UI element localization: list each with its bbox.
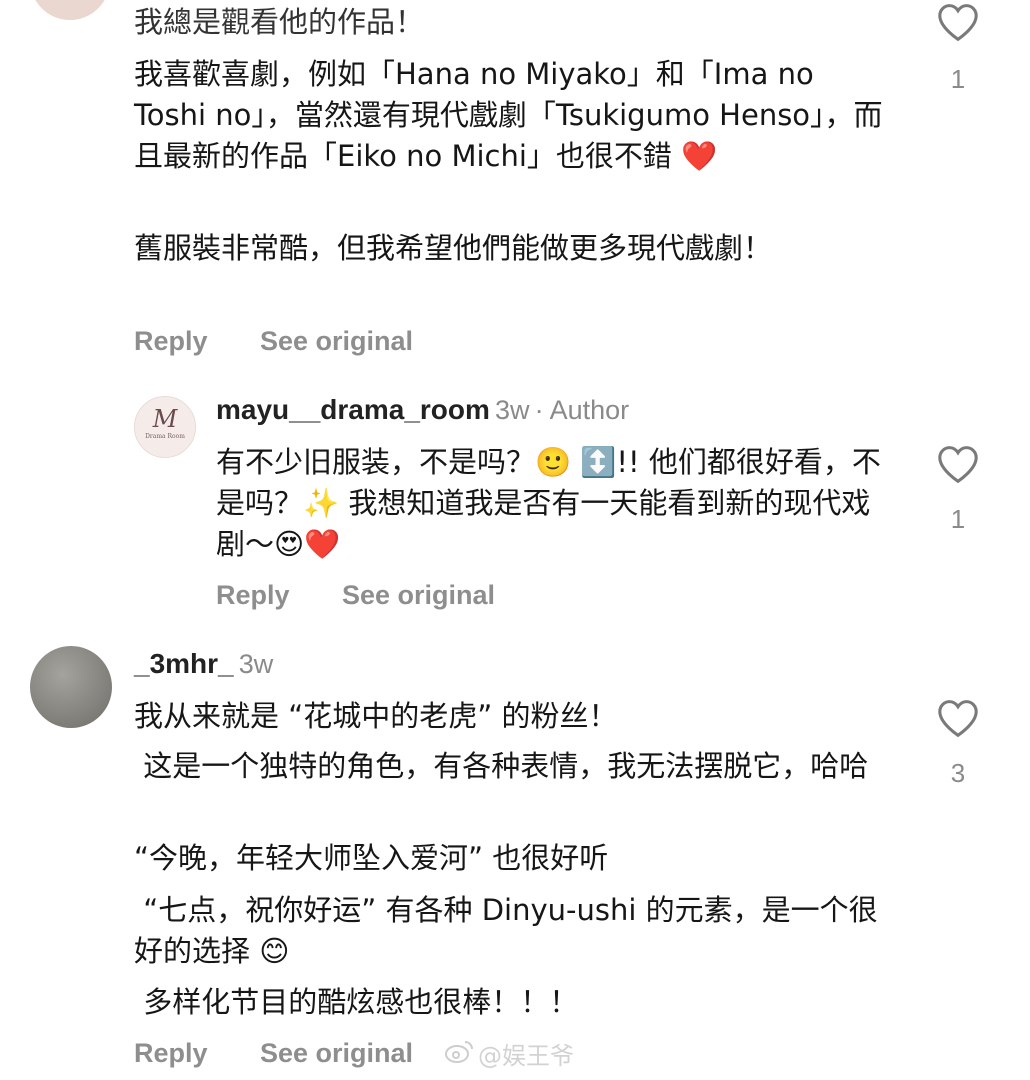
see-original-button[interactable]: See original [260, 1038, 413, 1069]
avatar-logo-subtext: Drama Room [145, 433, 185, 440]
comment-line: “今晚，年轻大师坠入爱河” 也很好听 [134, 841, 609, 875]
watermark: @娱王爷 [444, 1036, 574, 1071]
like-count: 1 [950, 504, 966, 534]
reply-button[interactable]: Reply [216, 580, 290, 611]
comment-line: “七点，祝你好运” 有各种 Dinyu-ushi 的元素，是一个很好的选择 😊 [134, 893, 878, 968]
timestamp: 3w [495, 395, 530, 425]
comment-line: 多样化节目的酷炫感也很棒！！！ [134, 985, 579, 1019]
like-count: 1 [950, 64, 966, 94]
avatar[interactable]: M Drama Room [134, 396, 196, 458]
comment-header: _3mhr_ 3w [134, 648, 273, 680]
comment-text: 我喜歡喜劇，例如「Hana no Miyako」和「Ima no Toshi n… [134, 57, 883, 173]
like-heart-icon[interactable] [936, 698, 980, 738]
reply-button[interactable]: Reply [134, 326, 208, 357]
reply-text: 有不少旧服装，不是吗？🙂 ↕️!! 他们都很好看，不是吗？✨ 我想知道我是否有一… [216, 445, 881, 561]
like-count: 3 [950, 758, 966, 788]
comment-header: mayu__drama_room 3w · Author [216, 394, 629, 426]
avatar[interactable] [30, 646, 112, 728]
like-heart-icon[interactable] [936, 2, 980, 42]
see-original-button[interactable]: See original [260, 326, 413, 357]
timestamp: 3w [238, 649, 274, 679]
weibo-logo-icon [444, 1039, 474, 1069]
avatar-top-partial[interactable] [30, 0, 110, 20]
see-original-button[interactable]: See original [342, 580, 495, 611]
username[interactable]: mayu__drama_room [216, 394, 490, 425]
reply-button[interactable]: Reply [134, 1038, 208, 1069]
username[interactable]: _3mhr_ [134, 648, 234, 679]
comment-line: 这是一个独特的角色，有各种表情，我无法摆脱它，哈哈 [134, 749, 869, 783]
watermark-text: @娱王爷 [478, 1042, 574, 1070]
author-badge: · Author [534, 395, 630, 425]
avatar-logo-text: M [152, 405, 178, 433]
like-heart-icon[interactable] [936, 444, 980, 484]
comment-line: 我从来就是 “花城中的老虎” 的粉丝！ [134, 699, 618, 733]
comment-first-line: 我總是觀看他的作品！ [134, 5, 425, 39]
comment-text-2: 舊服裝非常酷，但我希望他們能做更多現代戲劇！ [134, 231, 773, 265]
